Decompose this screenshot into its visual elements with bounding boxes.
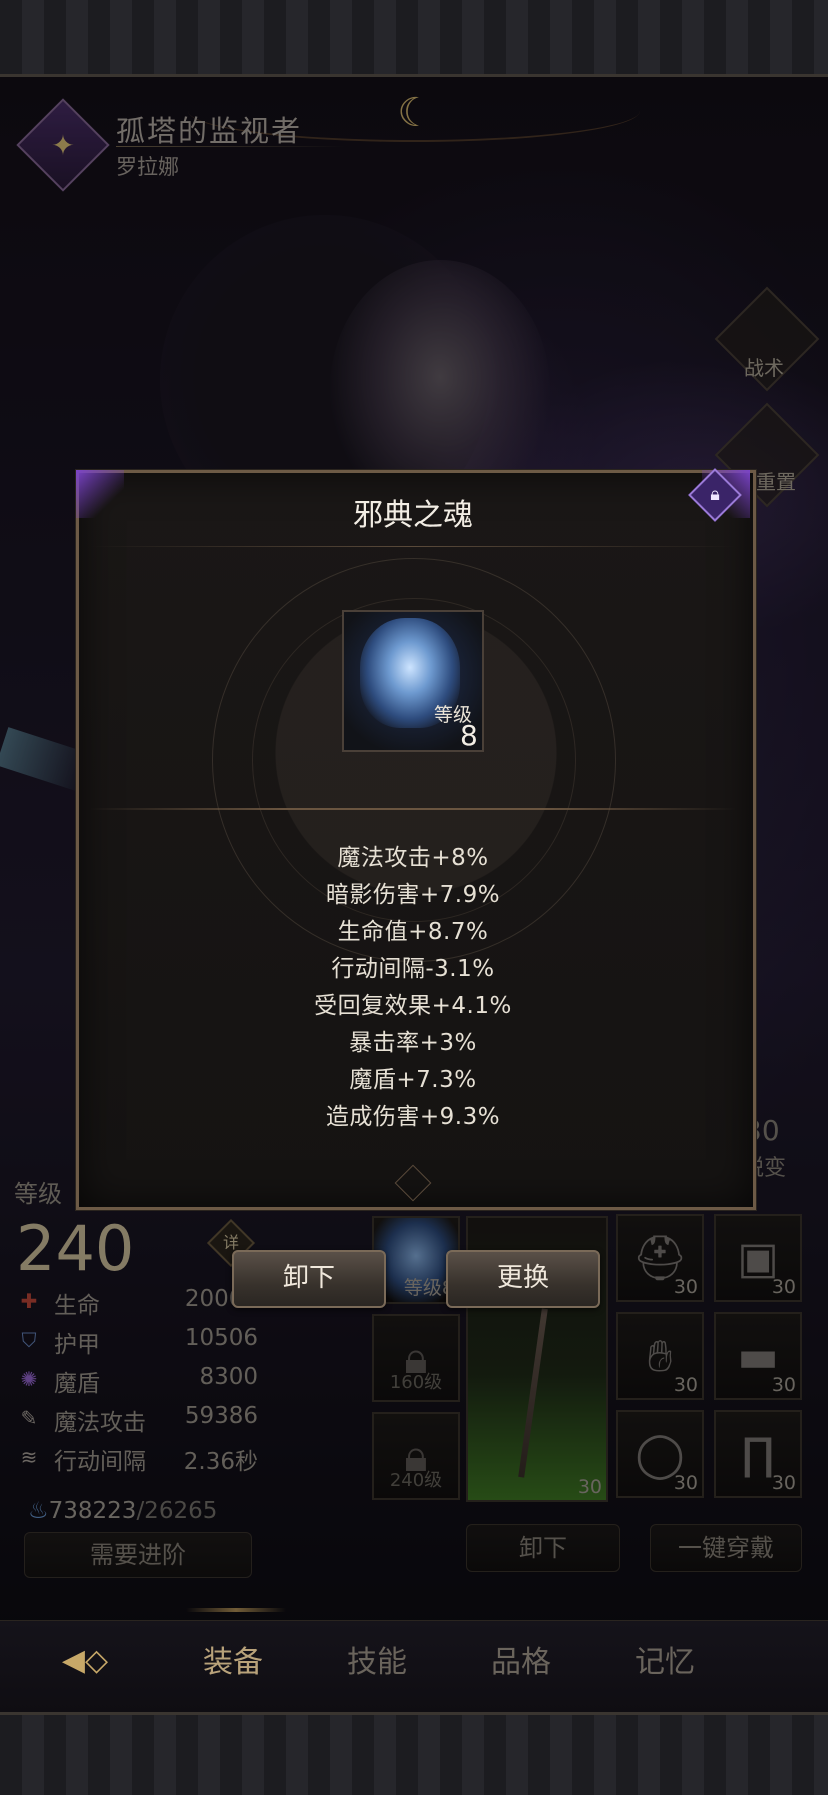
tab-equipment[interactable]: 装备 <box>178 1640 288 1686</box>
attribute-line: 受回复效果+4.1% <box>314 993 512 1019</box>
attribute-line: 行动间隔-3.1% <box>331 956 495 982</box>
popup-title: 邪典之魂 <box>353 498 473 533</box>
top-frame <box>0 0 828 77</box>
back-button[interactable]: ◀◇ <box>46 1640 124 1682</box>
attribute-line: 暴击率+3% <box>349 1030 477 1056</box>
bottom-frame <box>0 1712 828 1795</box>
unequip-button[interactable]: 卸下 <box>232 1250 386 1308</box>
attribute-line: 造成伤害+9.3% <box>325 1104 501 1130</box>
item-level-value: 8 <box>460 719 478 752</box>
title-divider <box>90 546 736 547</box>
replace-button[interactable]: 更换 <box>446 1250 600 1308</box>
tab-memory[interactable]: 记忆 <box>610 1640 720 1686</box>
attribute-line: 魔盾+7.3% <box>349 1067 477 1093</box>
attribute-line: 魔法攻击+8% <box>337 845 489 871</box>
tab-skills[interactable]: 技能 <box>322 1640 432 1686</box>
popup-divider <box>90 808 736 810</box>
attribute-line: 生命值+8.7% <box>337 919 489 945</box>
attribute-line: 暗影伤害+7.9% <box>325 882 501 908</box>
tab-character[interactable]: 品格 <box>466 1640 576 1686</box>
